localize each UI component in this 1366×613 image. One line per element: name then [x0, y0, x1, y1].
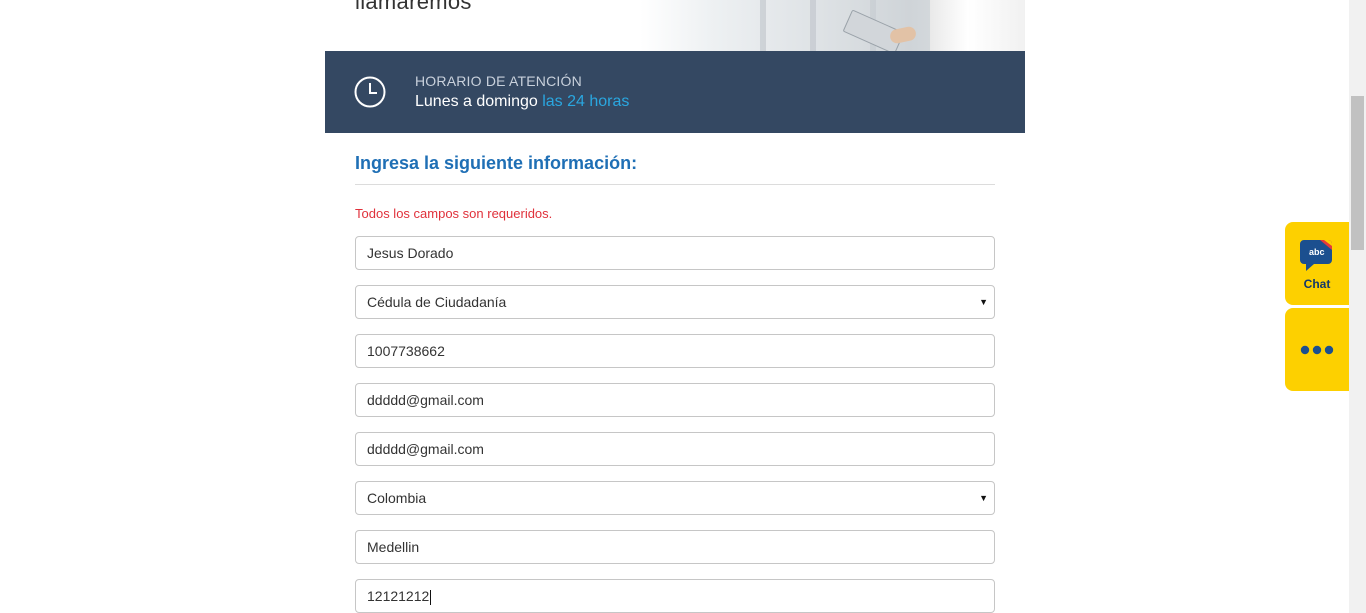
required-note: Todos los campos son requeridos. [355, 206, 553, 221]
scrollbar[interactable] [1349, 0, 1366, 613]
phone-field-value: 12121212 [367, 588, 430, 604]
email-confirm-value: ddddd@gmail.com [367, 441, 484, 457]
name-field-value: Jesus Dorado [367, 245, 454, 261]
hours-band: HORARIO DE ATENCIÓN Lunes a domingo las … [325, 51, 1025, 133]
document-type-select[interactable]: Cédula de Ciudadanía ▼ [355, 285, 995, 319]
city-field-value: Medellin [367, 539, 420, 555]
ellipsis-icon [1300, 345, 1334, 355]
chat-button[interactable]: abc Chat [1285, 222, 1349, 305]
city-field[interactable]: Medellin [355, 530, 995, 564]
hours-days: Lunes a domingo [415, 93, 538, 110]
document-type-value: Cédula de Ciudadanía [367, 294, 507, 310]
scrollbar-thumb[interactable] [1351, 96, 1364, 250]
hero-banner: llamaremos [325, 0, 1025, 51]
page: llamaremos HORARIO DE ATENCIÓN Lunes a d… [0, 0, 1366, 613]
hours-label: HORARIO DE ATENCIÓN [415, 73, 582, 89]
clock-icon [354, 76, 386, 108]
email-field[interactable]: ddddd@gmail.com [355, 383, 995, 417]
hero-title: llamaremos [355, 0, 472, 14]
text-cursor [430, 589, 432, 605]
form-divider [355, 184, 995, 185]
hours-value: Lunes a domingo las 24 horas [415, 93, 629, 111]
country-value: Colombia [367, 490, 427, 506]
hours-time: las 24 horas [542, 93, 630, 110]
country-select[interactable]: Colombia ▼ [355, 481, 995, 515]
contact-form: Ingresa la siguiente información: Todos … [355, 133, 995, 613]
form-title: Ingresa la siguiente información: [355, 153, 638, 173]
chevron-down-icon: ▼ [979, 493, 988, 503]
name-field[interactable]: Jesus Dorado [355, 236, 995, 270]
document-number-field[interactable]: 1007738662 [355, 334, 995, 368]
chat-bubble-icon: abc [1300, 240, 1332, 271]
email-field-value: ddddd@gmail.com [367, 392, 484, 408]
chevron-down-icon: ▼ [979, 297, 988, 307]
more-options-button[interactable] [1285, 308, 1349, 391]
document-number-value: 1007738662 [367, 343, 445, 359]
chat-label: Chat [1303, 277, 1331, 291]
hero-image [640, 0, 1025, 51]
chat-icon-text: abc [1309, 247, 1325, 257]
form-fields: Jesus Dorado Cédula de Ciudadanía ▼ 1007… [355, 236, 995, 613]
phone-field[interactable]: 12121212 [355, 579, 995, 613]
email-confirm-field[interactable]: ddddd@gmail.com [355, 432, 995, 466]
